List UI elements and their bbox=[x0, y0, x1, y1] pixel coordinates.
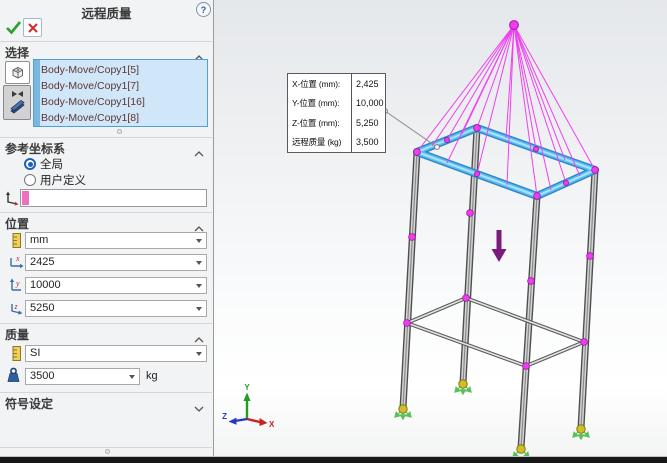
callout-value: 10,000 bbox=[351, 94, 385, 114]
frame-stretchers bbox=[407, 298, 584, 366]
triad-z-label: Z bbox=[222, 412, 227, 421]
selected-top-frame-beams[interactable] bbox=[417, 128, 595, 196]
callout-row: Z-位置 (mm): 5,250 bbox=[288, 113, 385, 133]
callout-label: X-位置 (mm): bbox=[288, 78, 351, 90]
callout-value: 3,500 bbox=[351, 133, 385, 153]
callout-row: Y-位置 (mm): 10,000 bbox=[288, 94, 385, 114]
callout-label: Y-位置 (mm): bbox=[288, 97, 351, 109]
triad-x-label: X bbox=[269, 420, 275, 429]
callout-leader bbox=[383, 109, 440, 150]
remote-mass-connector-lines bbox=[417, 25, 595, 196]
callout-row: 远程质量 (kg) 3,500 bbox=[288, 133, 385, 153]
fixture-symbols bbox=[395, 380, 589, 456]
callout-value: 5,250 bbox=[351, 113, 385, 133]
callout-label: Z-位置 (mm): bbox=[288, 117, 351, 129]
frame-leg-right bbox=[581, 170, 595, 428]
remote-mass-callout[interactable]: X-位置 (mm): 2,425 Y-位置 (mm): 10,000 Z-位置 … bbox=[287, 73, 386, 153]
orientation-triad: Y X Z bbox=[222, 383, 275, 429]
triad-y-label: Y bbox=[244, 383, 250, 392]
frame-leg-left bbox=[403, 152, 417, 408]
remote-mass-arrow bbox=[492, 230, 507, 262]
model-canvas[interactable]: Y X Z bbox=[0, 0, 667, 456]
callout-value: 2,425 bbox=[351, 74, 385, 94]
callout-label: 远程质量 (kg) bbox=[288, 136, 351, 148]
callout-row: X-位置 (mm): 2,425 bbox=[288, 74, 385, 94]
remote-mass-point bbox=[510, 21, 519, 30]
